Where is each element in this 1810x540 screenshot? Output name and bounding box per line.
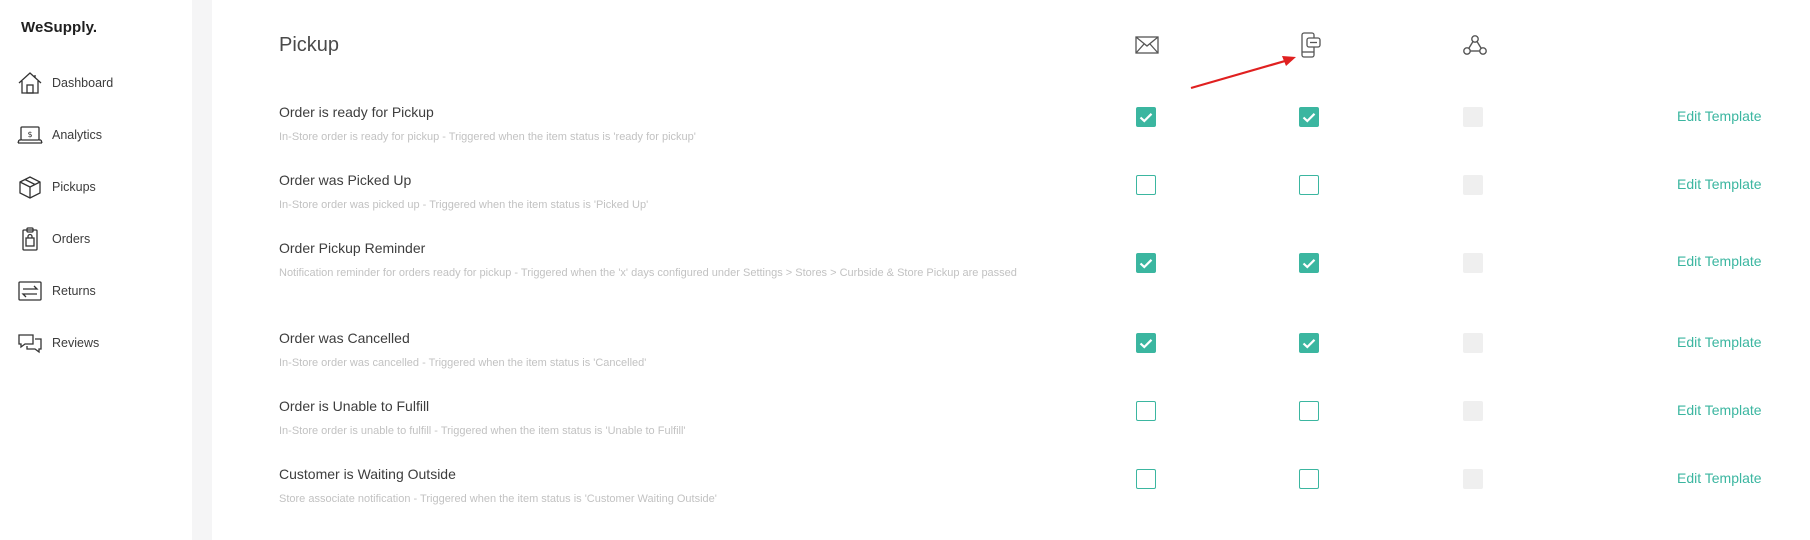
returns-arrows-icon bbox=[16, 277, 44, 305]
sms-checkbox[interactable] bbox=[1299, 401, 1319, 421]
webhook-checkbox bbox=[1463, 175, 1483, 195]
row-description: Notification reminder for orders ready f… bbox=[279, 267, 1017, 279]
row-description: Store associate notification - Triggered… bbox=[279, 493, 717, 505]
laptop-dollar-icon: $ bbox=[16, 121, 44, 149]
email-checkbox[interactable] bbox=[1136, 107, 1156, 127]
main-panel: Pickup Order is ready for Pickup In-Stor… bbox=[212, 0, 1810, 540]
sidebar: WeSupply. Dashboard $ Analytics Pickups … bbox=[0, 0, 192, 540]
edit-template-link[interactable]: Edit Template bbox=[1677, 253, 1762, 269]
sidebar-item-reviews[interactable]: Reviews bbox=[16, 328, 99, 358]
clipboard-bag-icon bbox=[16, 225, 44, 253]
row-description: In-Store order was cancelled - Triggered… bbox=[279, 357, 647, 369]
sidebar-item-label: Pickups bbox=[52, 180, 96, 194]
webhook-checkbox bbox=[1463, 107, 1483, 127]
email-checkbox[interactable] bbox=[1136, 333, 1156, 353]
edit-template-link[interactable]: Edit Template bbox=[1677, 108, 1762, 124]
row-description: In-Store order is ready for pickup - Tri… bbox=[279, 131, 696, 143]
sidebar-item-dashboard[interactable]: Dashboard bbox=[16, 68, 113, 98]
box-icon bbox=[16, 173, 44, 201]
svg-text:$: $ bbox=[27, 130, 32, 139]
sidebar-item-returns[interactable]: Returns bbox=[16, 276, 96, 306]
email-checkbox[interactable] bbox=[1136, 469, 1156, 489]
chat-bubbles-icon bbox=[16, 329, 44, 357]
envelope-icon bbox=[1134, 32, 1160, 58]
sidebar-item-label: Dashboard bbox=[52, 76, 114, 90]
edit-template-link[interactable]: Edit Template bbox=[1677, 176, 1762, 192]
row-title: Order Pickup Reminder bbox=[279, 240, 426, 256]
sidebar-item-label: Returns bbox=[52, 284, 96, 298]
brand-logo: WeSupply. bbox=[21, 19, 98, 36]
edit-template-link[interactable]: Edit Template bbox=[1677, 402, 1762, 418]
section-title: Pickup bbox=[279, 34, 340, 56]
mobile-message-icon bbox=[1298, 32, 1324, 58]
webhook-icon bbox=[1462, 32, 1488, 58]
row-description: In-Store order was picked up - Triggered… bbox=[279, 199, 649, 211]
edit-template-link[interactable]: Edit Template bbox=[1677, 470, 1762, 486]
row-description: In-Store order is unable to fulfill - Tr… bbox=[279, 425, 686, 437]
home-icon bbox=[16, 69, 44, 97]
sidebar-item-analytics[interactable]: $ Analytics bbox=[16, 120, 102, 150]
sidebar-item-orders[interactable]: Orders bbox=[16, 224, 90, 254]
email-checkbox[interactable] bbox=[1136, 253, 1156, 273]
row-title: Order is Unable to Fulfill bbox=[279, 398, 430, 414]
sms-checkbox[interactable] bbox=[1299, 333, 1319, 353]
webhook-checkbox bbox=[1463, 333, 1483, 353]
sidebar-item-pickups[interactable]: Pickups bbox=[16, 172, 96, 202]
row-title: Order was Picked Up bbox=[279, 172, 412, 188]
edit-template-link[interactable]: Edit Template bbox=[1677, 334, 1762, 350]
row-title: Order is ready for Pickup bbox=[279, 104, 434, 120]
email-checkbox[interactable] bbox=[1136, 175, 1156, 195]
sms-checkbox[interactable] bbox=[1299, 107, 1319, 127]
sms-checkbox[interactable] bbox=[1299, 469, 1319, 489]
sms-checkbox[interactable] bbox=[1299, 253, 1319, 273]
row-title: Customer is Waiting Outside bbox=[279, 466, 456, 482]
webhook-checkbox bbox=[1463, 469, 1483, 489]
sms-checkbox[interactable] bbox=[1299, 175, 1319, 195]
row-title: Order was Cancelled bbox=[279, 330, 410, 346]
sidebar-item-label: Orders bbox=[52, 232, 91, 246]
sidebar-item-label: Reviews bbox=[52, 336, 100, 350]
webhook-checkbox bbox=[1463, 253, 1483, 273]
email-checkbox[interactable] bbox=[1136, 401, 1156, 421]
webhook-checkbox bbox=[1463, 401, 1483, 421]
sidebar-item-label: Analytics bbox=[52, 128, 103, 142]
